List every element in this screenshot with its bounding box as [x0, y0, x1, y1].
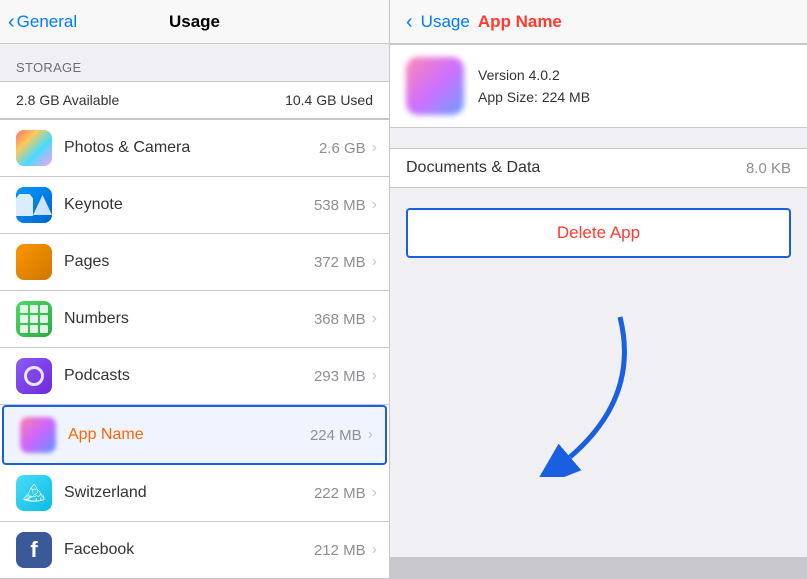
- back-chevron-icon: ‹: [8, 12, 15, 32]
- list-item-appname[interactable]: App Name 224 MB ›: [2, 405, 387, 465]
- app-detail-card: Version 4.0.2 App Size: 224 MB: [390, 44, 807, 128]
- app-list: Photos & Camera 2.6 GB › Keynote 538 MB …: [0, 119, 389, 579]
- chevron-icon-photos: ›: [372, 139, 377, 157]
- app-size-podcasts: 293 MB: [314, 368, 366, 385]
- facebook-icon: f: [16, 532, 52, 568]
- switzerland-icon: 🏔: [16, 475, 52, 511]
- app-size-photos: 2.6 GB: [319, 140, 366, 157]
- storage-section-header: STORAGE: [0, 44, 389, 81]
- app-name-photos: Photos & Camera: [64, 139, 319, 157]
- app-size-facebook: 212 MB: [314, 542, 366, 559]
- left-nav-title: Usage: [169, 12, 220, 32]
- chevron-icon-numbers: ›: [372, 310, 377, 328]
- app-size-appname: 224 MB: [310, 427, 362, 444]
- app-name-appname: App Name: [68, 426, 310, 444]
- chevron-icon-keynote: ›: [372, 196, 377, 214]
- chevron-icon-podcasts: ›: [372, 367, 377, 385]
- general-back-button[interactable]: ‹ General: [8, 12, 77, 32]
- docs-data-row: Documents & Data 8.0 KB: [390, 148, 807, 188]
- app-size-detail: App Size: 224 MB: [478, 86, 590, 108]
- app-size-pages: 372 MB: [314, 254, 366, 271]
- app-size-numbers: 368 MB: [314, 311, 366, 328]
- right-nav-title: App Name: [478, 12, 562, 32]
- left-panel: ‹ General Usage STORAGE 2.8 GB Available…: [0, 0, 390, 557]
- app-name-facebook: Facebook: [64, 541, 314, 559]
- list-item-keynote[interactable]: Keynote 538 MB ›: [0, 177, 389, 234]
- arrow-path: [570, 317, 624, 457]
- arrow-svg: [420, 297, 670, 477]
- list-item-podcasts[interactable]: Podcasts 293 MB ›: [0, 348, 389, 405]
- docs-data-value: 8.0 KB: [746, 160, 791, 177]
- docs-data-label: Documents & Data: [406, 159, 540, 177]
- delete-app-label: Delete App: [557, 223, 640, 243]
- right-nav-bar: ‹ Usage App Name: [390, 0, 807, 44]
- app-size-keynote: 538 MB: [314, 197, 366, 214]
- storage-used: 10.4 GB Used: [285, 92, 373, 108]
- storage-available: 2.8 GB Available: [16, 92, 119, 108]
- app-detail-info: Version 4.0.2 App Size: 224 MB: [478, 64, 590, 109]
- storage-info-row: 2.8 GB Available 10.4 GB Used: [0, 81, 389, 119]
- app-name-numbers: Numbers: [64, 310, 314, 328]
- list-item-facebook[interactable]: f Facebook 212 MB ›: [0, 522, 389, 578]
- right-panel: ‹ Usage App Name Version 4.0.2 App Size:…: [390, 0, 807, 557]
- app-size-switzerland: 222 MB: [314, 485, 366, 502]
- app-detail-icon: [406, 57, 464, 115]
- left-nav-bar: ‹ General Usage: [0, 0, 389, 44]
- switzerland-shape: 🏔: [23, 483, 46, 504]
- chevron-icon-facebook: ›: [372, 541, 377, 559]
- list-item-pages[interactable]: Pages 372 MB ›: [0, 234, 389, 291]
- chevron-icon-pages: ›: [372, 253, 377, 271]
- delete-app-button[interactable]: Delete App: [408, 210, 789, 256]
- list-item-switzerland[interactable]: 🏔 Switzerland 222 MB ›: [0, 465, 389, 522]
- app-name-pages: Pages: [64, 253, 314, 271]
- podcasts-icon: [16, 358, 52, 394]
- right-back-label[interactable]: Usage: [421, 12, 470, 32]
- chevron-icon-switzerland: ›: [372, 484, 377, 502]
- back-label: General: [17, 12, 77, 32]
- app-name-keynote: Keynote: [64, 196, 314, 214]
- list-item-numbers[interactable]: Numbers 368 MB ›: [0, 291, 389, 348]
- list-item-photos[interactable]: Photos & Camera 2.6 GB ›: [0, 120, 389, 177]
- right-back-chevron-icon: ‹: [406, 12, 413, 32]
- app-name-podcasts: Podcasts: [64, 367, 314, 385]
- numbers-icon: [16, 301, 52, 337]
- keynote-icon: [16, 187, 52, 223]
- photos-icon: [16, 130, 52, 166]
- chevron-icon-appname: ›: [368, 426, 373, 444]
- app-name-switzerland: Switzerland: [64, 484, 314, 502]
- app-version: Version 4.0.2: [478, 64, 590, 86]
- pages-icon: [16, 244, 52, 280]
- delete-btn-container: Delete App: [406, 208, 791, 258]
- arrow-annotation: [420, 297, 670, 477]
- appname-icon: [20, 417, 56, 453]
